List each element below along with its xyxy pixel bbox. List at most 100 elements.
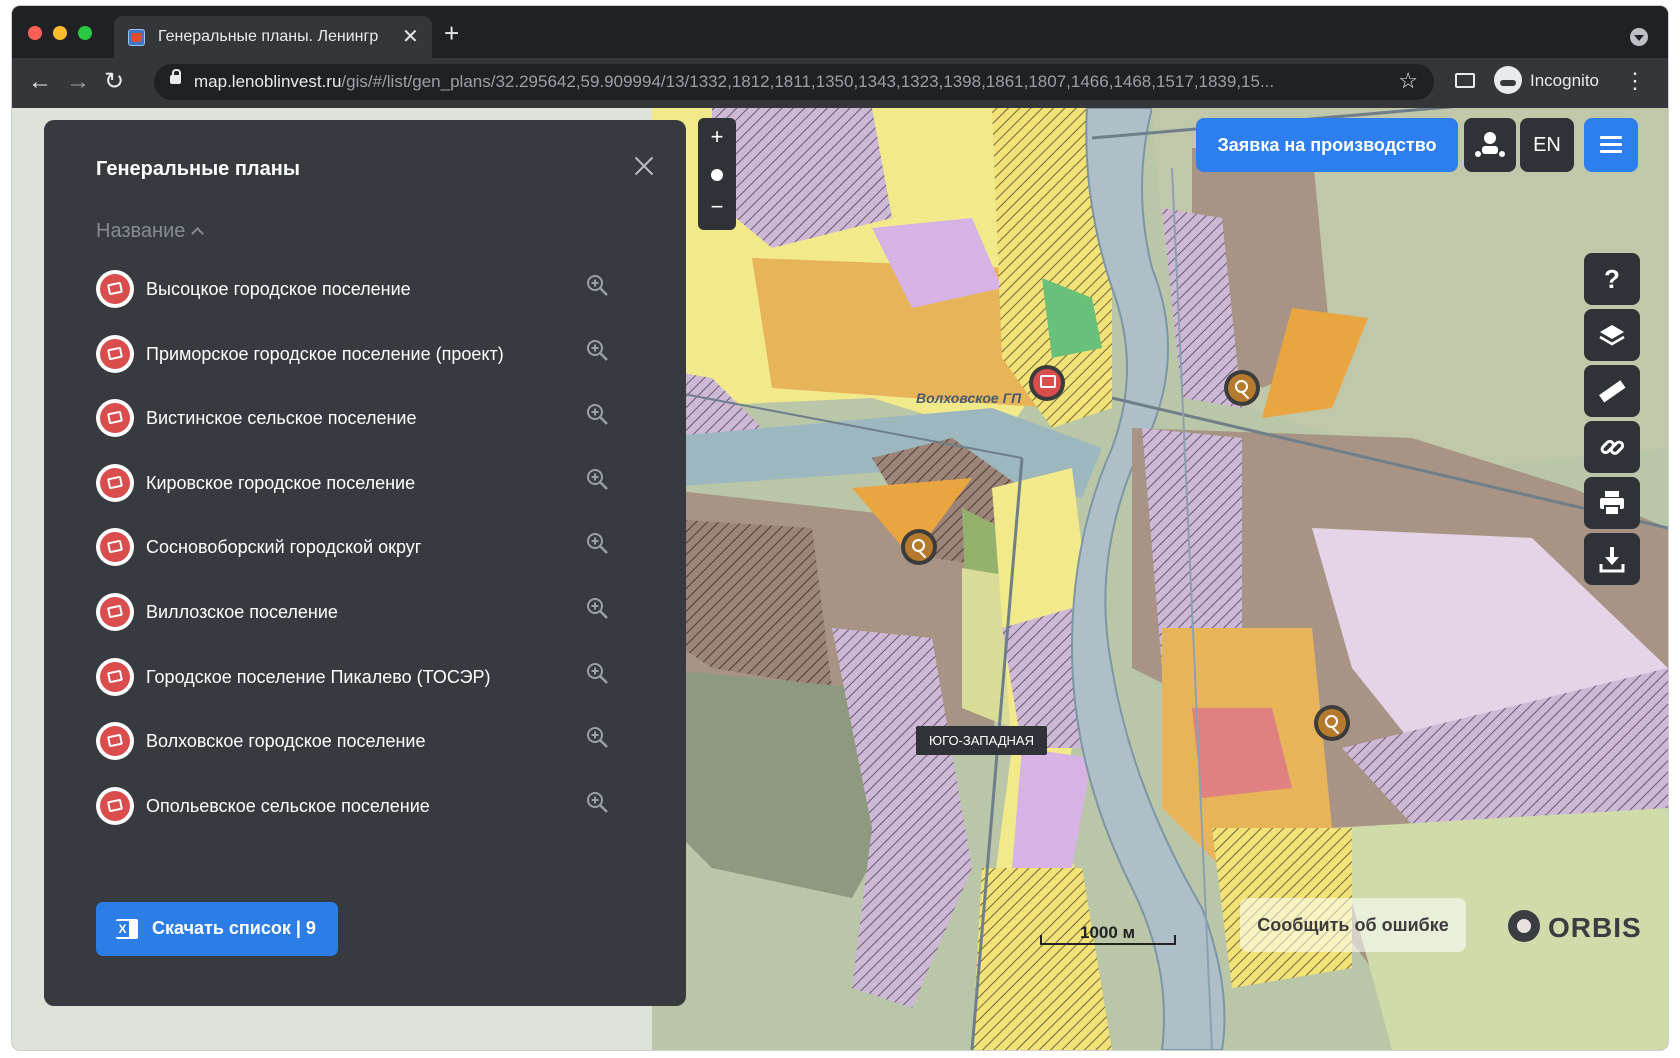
zoom-to-icon[interactable] [586,468,608,490]
plan-list-item[interactable]: Кировское городское поселение [96,458,641,512]
cast-icon[interactable] [1455,73,1475,88]
district-label: ЮГО-ЗАПАДНАЯ [916,726,1047,755]
link-button[interactable] [1584,421,1640,473]
download-icon [1599,547,1625,573]
help-button[interactable]: ? [1584,253,1640,305]
plan-map-icon [96,658,134,696]
orbis-wordmark: ORBIS [1548,912,1642,943]
plan-pin-icon[interactable] [1029,365,1065,401]
plan-name: Волховское городское поселение [146,731,426,751]
new-tab-button[interactable]: + [444,20,459,46]
zoom-to-icon[interactable] [586,339,608,361]
plan-list-item[interactable]: Городское поселение Пикалево (ТОСЭР) [96,652,641,706]
excel-icon [116,919,138,939]
sort-label: Название [96,220,186,242]
ruler-icon [1599,380,1626,403]
key-pin-icon[interactable] [901,529,937,565]
production-request-button[interactable]: Заявка на производство [1196,118,1458,172]
zoom-to-icon[interactable] [586,726,608,748]
ruler-button[interactable] [1584,365,1640,417]
plan-list-item[interactable]: Опольевское сельское поселение [96,781,641,835]
lock-icon [170,69,181,84]
plan-name: Сосновоборский городской округ [146,537,422,557]
orbis-logo: ORBIS [1504,908,1654,948]
tab-search-icon[interactable] [1630,28,1648,46]
zoom-to-icon[interactable] [586,532,608,554]
browser-window: Генеральные планы. Ленингр ✕ + ← → ↻ map… [12,6,1668,1050]
maximize-window-button[interactable] [78,26,92,40]
zoom-to-icon[interactable] [586,597,608,619]
back-arrow-icon[interactable]: ← [28,68,52,96]
map-scale: 1000 м [1040,923,1176,945]
cabinet-button[interactable] [1464,118,1516,172]
plan-name: Виллозское поселение [146,602,338,622]
key-pin-icon[interactable] [1314,705,1350,741]
close-window-button[interactable] [28,26,42,40]
page-viewport: Волховское ГП ЮГО-ЗАПАДНАЯ + − Заявка на… [12,108,1668,1050]
download-map-button[interactable] [1584,533,1640,585]
browser-menu-icon[interactable]: ⋮ [1624,68,1646,94]
orbis-logo-icon [1508,910,1540,942]
printer-icon [1600,491,1624,516]
plan-map-icon [96,399,134,437]
plan-list-item[interactable]: Высоцкое городское поселение [96,264,641,318]
plan-map-icon [96,464,134,502]
tab-title: Генеральные планы. Ленингр [158,28,379,45]
minimize-window-button[interactable] [53,26,67,40]
reload-icon[interactable]: ↻ [104,68,124,96]
zoom-to-icon[interactable] [586,274,608,296]
water-label: Волховское ГП [916,390,1022,406]
browser-toolbar: ← → ↻ map.lenoblinvest.ru/gis/#/list/gen… [12,58,1668,108]
report-error-button[interactable]: Сообщить об ошибке [1240,898,1466,952]
plan-list-item[interactable]: Виллозское поселение [96,587,641,641]
plan-map-icon [96,335,134,373]
zoom-to-icon[interactable] [586,791,608,813]
plan-name: Приморское городское поселение (проект) [146,344,504,364]
plan-list-item[interactable]: Сосновоборский городской округ [96,522,641,576]
zoom-out-button[interactable]: − [698,194,736,220]
print-button[interactable] [1584,477,1640,529]
plan-map-icon [96,593,134,631]
scale-bar [1040,935,1176,945]
close-panel-icon[interactable] [628,150,660,182]
general-plans-panel: Генеральные планы Название Высоцкое горо… [44,120,686,1006]
plan-name: Высоцкое городское поселение [146,279,411,299]
plan-name: Кировское городское поселение [146,473,416,493]
close-tab-icon[interactable]: ✕ [402,24,419,49]
sort-by-name-button[interactable]: Название [96,220,205,243]
site-favicon-icon [128,29,145,46]
plan-map-icon [96,722,134,760]
zoom-to-icon[interactable] [586,662,608,684]
forward-arrow-icon[interactable]: → [66,68,90,96]
plan-list-item[interactable]: Вистинское сельское поселение [96,393,641,447]
zoom-in-button[interactable]: + [698,124,736,150]
download-list-button[interactable]: Скачать список | 9 [96,902,338,956]
plan-map-icon [96,528,134,566]
layers-icon [1599,325,1625,346]
hamburger-menu-button[interactable] [1584,118,1638,172]
chevron-up-icon [191,227,205,240]
link-icon [1600,439,1625,455]
plan-name: Городское поселение Пикалево (ТОСЭР) [146,667,491,687]
zoom-reset-icon[interactable] [711,169,723,181]
incognito-label[interactable]: Incognito [1530,71,1599,91]
plan-name: Опольевское сельское поселение [146,796,430,816]
incognito-icon[interactable] [1494,66,1522,94]
plan-map-icon [96,270,134,308]
menu-line-icon [1600,143,1622,146]
zoom-control: + − [698,118,736,230]
layers-button[interactable] [1584,309,1640,361]
plan-list-item[interactable]: Волховское городское поселение [96,716,641,770]
address-bar[interactable]: map.lenoblinvest.ru/gis/#/list/gen_plans… [154,64,1434,100]
url-text: map.lenoblinvest.ru/gis/#/list/gen_plans… [194,72,1275,91]
menu-line-icon [1600,150,1622,153]
plan-map-icon [96,787,134,825]
language-button[interactable]: EN [1520,118,1574,172]
browser-tab[interactable]: Генеральные планы. Ленингр ✕ [114,16,432,58]
zoom-to-icon[interactable] [586,403,608,425]
key-pin-icon[interactable] [1224,370,1260,406]
plan-list-item[interactable]: Приморское городское поселение (проект) [96,329,641,383]
panel-title: Генеральные планы [96,158,300,180]
bookmark-star-icon[interactable]: ☆ [1398,68,1418,94]
download-list-label: Скачать список | 9 [152,918,316,938]
